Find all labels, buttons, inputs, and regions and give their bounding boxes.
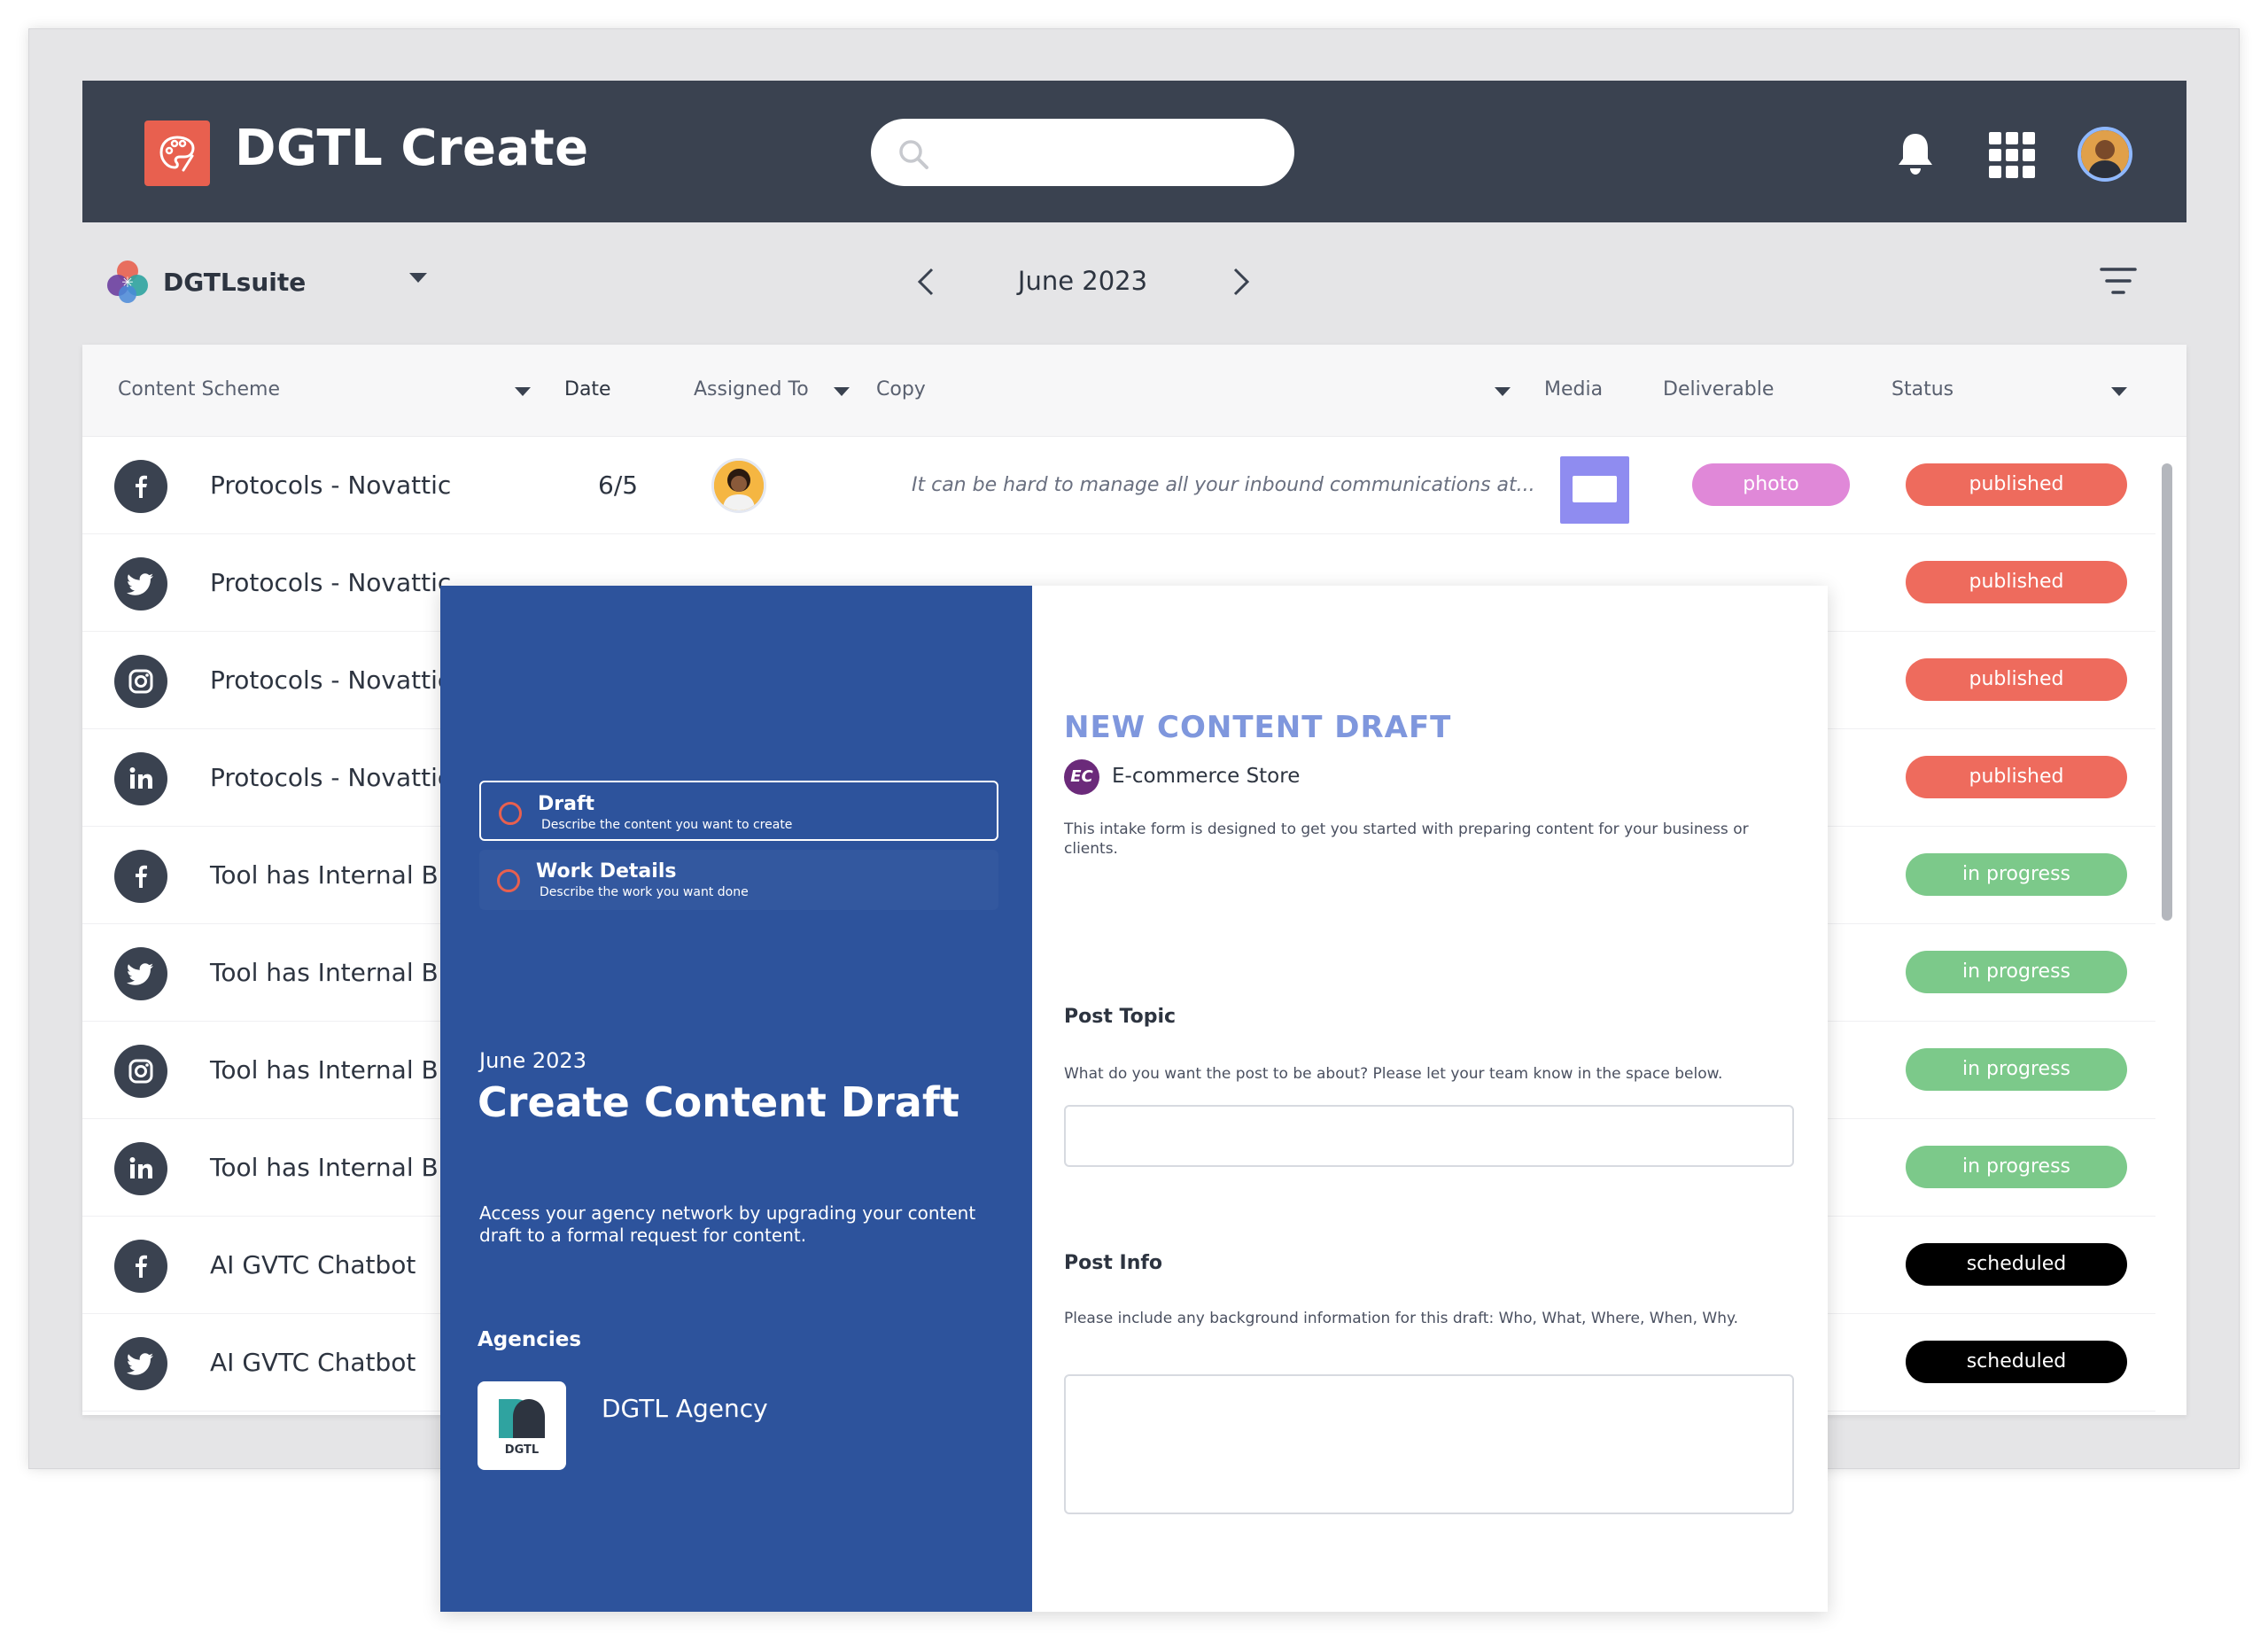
status-badge[interactable]: in progress — [1906, 853, 2127, 896]
post-info-textarea[interactable] — [1064, 1374, 1794, 1514]
content-scheme-cell[interactable]: Protocols - Novattic — [210, 471, 451, 500]
suite-selector[interactable]: ✳ DGTLsuite — [105, 259, 306, 305]
modal-description: Access your agency network by upgrading … — [479, 1202, 976, 1246]
modal-sidebar: Draft Describe the content you want to c… — [440, 586, 1032, 1612]
chevron-right-icon[interactable] — [1230, 266, 1253, 298]
status-badge[interactable]: in progress — [1906, 951, 2127, 993]
chevron-left-icon[interactable] — [914, 266, 937, 298]
twitter-icon — [114, 557, 167, 611]
status-badge[interactable]: in progress — [1906, 1048, 2127, 1091]
col-media[interactable]: Media — [1544, 378, 1603, 401]
facebook-icon — [114, 1240, 167, 1293]
month-label: June 2023 — [1017, 266, 1148, 296]
content-scheme-cell[interactable]: Protocols - Novattic — [210, 665, 451, 695]
chevron-down-icon[interactable] — [834, 387, 850, 396]
post-info-help: Please include any background informatio… — [1064, 1310, 1739, 1327]
status-badge[interactable]: scheduled — [1906, 1341, 2127, 1383]
content-scheme-cell[interactable]: Tool has Internal B — [210, 1153, 439, 1182]
instagram-icon — [114, 1045, 167, 1098]
create-draft-modal: Draft Describe the content you want to c… — [440, 586, 1828, 1612]
col-assigned-to[interactable]: Assigned To — [694, 378, 809, 401]
apps-grid-icon[interactable] — [1989, 132, 2035, 178]
search-icon — [899, 140, 928, 169]
status-badge[interactable]: published — [1906, 658, 2127, 701]
bell-icon[interactable] — [1894, 130, 1937, 176]
date-cell: 6/5 — [598, 471, 639, 500]
assignee-avatar[interactable] — [711, 458, 766, 513]
content-scheme-cell[interactable]: AI GVTC Chatbot — [210, 1250, 416, 1279]
step-work-details[interactable]: Work Details Describe the work you want … — [479, 850, 998, 910]
form-heading: NEW CONTENT DRAFT — [1064, 710, 1452, 745]
linkedin-icon — [114, 1142, 167, 1195]
twitter-icon — [114, 947, 167, 1000]
twitter-icon — [114, 1337, 167, 1390]
svg-text:✳: ✳ — [121, 274, 133, 291]
status-badge[interactable]: scheduled — [1906, 1243, 2127, 1286]
status-badge[interactable]: published — [1906, 756, 2127, 798]
content-scheme-cell[interactable]: Tool has Internal B — [210, 1055, 439, 1085]
instagram-icon — [114, 655, 167, 708]
col-copy[interactable]: Copy — [876, 378, 926, 401]
user-avatar[interactable] — [2078, 127, 2132, 182]
media-thumbnail[interactable] — [1560, 456, 1629, 524]
modal-month: June 2023 — [479, 1048, 586, 1073]
linkedin-icon — [114, 752, 167, 805]
status-badge[interactable]: published — [1906, 463, 2127, 506]
scrollbar[interactable] — [2162, 463, 2172, 921]
agency-logo-text: DGTL — [505, 1443, 539, 1457]
col-status[interactable]: Status — [1891, 378, 1953, 401]
col-deliverable[interactable]: Deliverable — [1663, 378, 1774, 401]
content-scheme-cell[interactable]: Tool has Internal B — [210, 958, 439, 987]
col-content-scheme[interactable]: Content Scheme — [118, 378, 280, 401]
store-name: E-commerce Store — [1112, 765, 1301, 788]
agency-logo[interactable]: DGTL — [478, 1381, 566, 1470]
post-info-label: Post Info — [1064, 1252, 1163, 1274]
form-intro: This intake form is designed to get you … — [1064, 820, 1749, 858]
filter-icon[interactable] — [2100, 266, 2137, 296]
table-row[interactable]: Protocols - Novattic 6/5 It can be hard to… — [82, 437, 2155, 534]
content-scheme-cell[interactable]: Tool has Internal B — [210, 860, 439, 890]
suite-logo-icon: ✳ — [107, 261, 148, 303]
facebook-icon — [114, 460, 167, 513]
content-scheme-cell[interactable]: AI GVTC Chatbot — [210, 1348, 416, 1377]
step-title: Draft — [538, 793, 595, 815]
step-subtitle: Describe the work you want done — [540, 885, 749, 899]
col-date[interactable]: Date — [564, 378, 611, 401]
copy-cell[interactable]: It can be hard to manage all your inboun… — [912, 474, 1535, 496]
post-topic-label: Post Topic — [1064, 1006, 1177, 1028]
step-indicator-icon — [497, 869, 520, 892]
chevron-down-icon[interactable] — [2111, 387, 2127, 396]
chevron-down-icon[interactable] — [515, 387, 531, 396]
palette-icon[interactable] — [144, 121, 210, 186]
chevron-down-icon[interactable] — [1495, 387, 1511, 396]
content-scheme-cell[interactable]: Protocols - Novattic — [210, 763, 451, 792]
app-header: DGTL Create — [82, 81, 2186, 222]
step-draft[interactable]: Draft Describe the content you want to c… — [479, 781, 998, 841]
chevron-down-icon[interactable] — [409, 273, 427, 283]
post-topic-help: What do you want the post to be about? P… — [1064, 1065, 1723, 1083]
step-subtitle: Describe the content you want to create — [541, 818, 793, 832]
table-header: Content Scheme Date Assigned To Copy Med… — [82, 345, 2186, 437]
suite-name: DGTLsuite — [163, 267, 307, 297]
step-title: Work Details — [536, 860, 677, 883]
store-badge: EC — [1064, 759, 1099, 795]
status-badge[interactable]: in progress — [1906, 1146, 2127, 1188]
app-title: DGTL Create — [235, 120, 589, 177]
deliverable-badge[interactable]: photo — [1692, 463, 1850, 506]
modal-title: Create Content Draft — [478, 1078, 959, 1126]
facebook-icon — [114, 850, 167, 903]
step-indicator-icon — [499, 802, 522, 825]
post-topic-input[interactable] — [1064, 1105, 1794, 1167]
content-scheme-cell[interactable]: Protocols - Novattic — [210, 568, 451, 597]
agency-name[interactable]: DGTL Agency — [602, 1394, 768, 1423]
search-input[interactable] — [871, 119, 1294, 186]
agencies-heading: Agencies — [478, 1328, 582, 1351]
status-badge[interactable]: published — [1906, 561, 2127, 603]
